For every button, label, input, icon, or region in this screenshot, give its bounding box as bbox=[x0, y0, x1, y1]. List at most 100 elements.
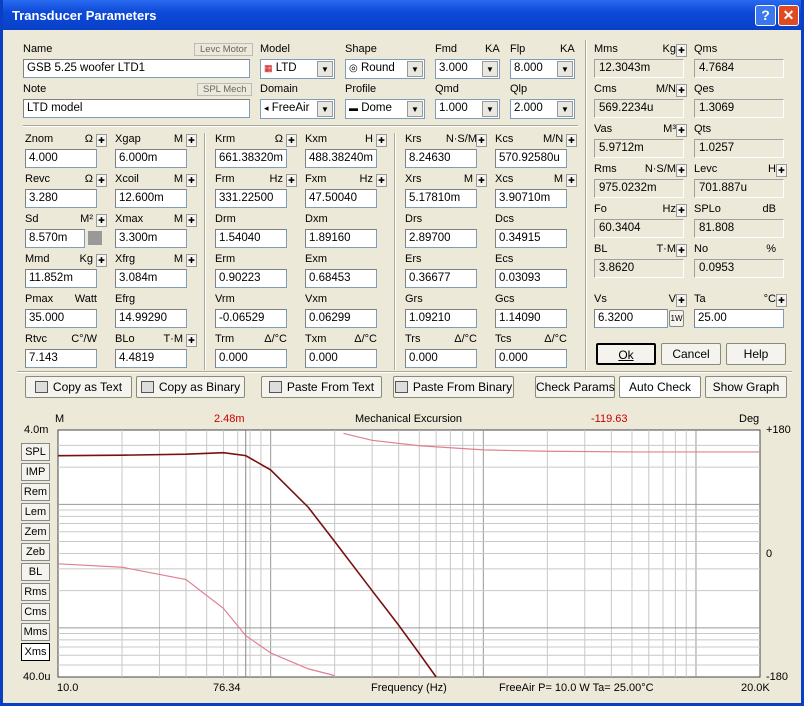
xfrg-field[interactable]: 3.084m bbox=[115, 269, 187, 288]
spinner-icon[interactable]: ✚ bbox=[286, 134, 297, 147]
xcs-field[interactable]: 3.90710m bbox=[495, 189, 567, 208]
spinner-icon[interactable]: ✚ bbox=[676, 44, 687, 57]
cancel-button[interactable]: Cancel bbox=[661, 343, 721, 365]
graph-btn-lem[interactable]: Lem bbox=[21, 503, 50, 521]
tcs-field[interactable]: 0.000 bbox=[495, 349, 567, 368]
sd-calc-icon[interactable] bbox=[88, 231, 102, 245]
grs-field[interactable]: 1.09210 bbox=[405, 309, 477, 328]
rtvc-field[interactable]: 7.143 bbox=[25, 349, 97, 368]
help-icon[interactable]: ? bbox=[755, 5, 776, 26]
spinner-icon[interactable]: ✚ bbox=[676, 84, 687, 97]
graph-btn-rem[interactable]: Rem bbox=[21, 483, 50, 501]
drm-field[interactable]: 1.54040 bbox=[215, 229, 287, 248]
vrm-field[interactable]: -0.06529 bbox=[215, 309, 287, 328]
note-field[interactable]: LTD model bbox=[23, 99, 250, 118]
flp-select[interactable]: 8.000 ▼ bbox=[510, 59, 575, 79]
paste-from-binary-button[interactable]: Paste From Binary bbox=[393, 376, 514, 398]
pmax-field[interactable]: 35.000 bbox=[25, 309, 97, 328]
shape-select[interactable]: ◎ Round ▼ bbox=[345, 59, 425, 79]
sd-field[interactable]: 8.570m bbox=[25, 229, 85, 248]
spinner-icon[interactable]: ✚ bbox=[676, 294, 687, 307]
spinner-icon[interactable]: ✚ bbox=[186, 214, 197, 227]
exm-field[interactable]: 0.68453 bbox=[305, 269, 377, 288]
spinner-icon[interactable]: ✚ bbox=[286, 174, 297, 187]
erm-field[interactable]: 0.90223 bbox=[215, 269, 287, 288]
show-graph-button[interactable]: Show Graph bbox=[705, 376, 787, 398]
graph-btn-cms[interactable]: Cms bbox=[21, 603, 50, 621]
fxm-field[interactable]: 47.50040 bbox=[305, 189, 377, 208]
efrg-field[interactable]: 14.99290 bbox=[115, 309, 187, 328]
one-watt-button[interactable]: 1W bbox=[669, 310, 684, 327]
revc-field[interactable]: 3.280 bbox=[25, 189, 97, 208]
spinner-icon[interactable]: ✚ bbox=[676, 164, 687, 177]
txm-field[interactable]: 0.000 bbox=[305, 349, 377, 368]
dcs-field[interactable]: 0.34915 bbox=[495, 229, 567, 248]
xcoil-field[interactable]: 12.600m bbox=[115, 189, 187, 208]
spinner-icon[interactable]: ✚ bbox=[96, 214, 107, 227]
xmax-field[interactable]: 3.300m bbox=[115, 229, 187, 248]
graph-btn-zem[interactable]: Zem bbox=[21, 523, 50, 541]
spinner-icon[interactable]: ✚ bbox=[676, 204, 687, 217]
trs-field[interactable]: 0.000 bbox=[405, 349, 477, 368]
fmd-select[interactable]: 3.000 ▼ bbox=[435, 59, 500, 79]
spinner-icon[interactable]: ✚ bbox=[186, 254, 197, 267]
graph-btn-zeb[interactable]: Zeb bbox=[21, 543, 50, 561]
trm-field[interactable]: 0.000 bbox=[215, 349, 287, 368]
spinner-icon[interactable]: ✚ bbox=[676, 244, 687, 257]
graph-btn-imp[interactable]: IMP bbox=[21, 463, 50, 481]
paste-from-text-button[interactable]: Paste From Text bbox=[261, 376, 382, 398]
vxm-field[interactable]: 0.06299 bbox=[305, 309, 377, 328]
xrs-field[interactable]: 5.17810m bbox=[405, 189, 477, 208]
spinner-icon[interactable]: ✚ bbox=[676, 124, 687, 137]
spinner-icon[interactable]: ✚ bbox=[566, 174, 577, 187]
qmd-select[interactable]: 1.000 ▼ bbox=[435, 99, 500, 119]
help-button[interactable]: Help bbox=[726, 343, 786, 365]
vs-field[interactable]: 6.3200 bbox=[594, 309, 668, 328]
spinner-icon[interactable]: ✚ bbox=[376, 174, 387, 187]
spinner-icon[interactable]: ✚ bbox=[186, 174, 197, 187]
mmd-field[interactable]: 11.852m bbox=[25, 269, 97, 288]
blo-field[interactable]: 4.4819 bbox=[115, 349, 187, 368]
gcs-field[interactable]: 1.14090 bbox=[495, 309, 567, 328]
domain-select[interactable]: ◂ FreeAir ▼ bbox=[260, 99, 335, 119]
krs-field[interactable]: 8.24630 bbox=[405, 149, 477, 168]
ok-button[interactable]: Ok bbox=[596, 343, 656, 365]
check-params-button[interactable]: Check Params bbox=[535, 376, 615, 398]
graph-btn-mms[interactable]: Mms bbox=[21, 623, 50, 641]
krm-field[interactable]: 661.38320m bbox=[215, 149, 287, 168]
kcs-field[interactable]: 570.92580u bbox=[495, 149, 567, 168]
ecs-field[interactable]: 0.03093 bbox=[495, 269, 567, 288]
graph-btn-xms[interactable]: Xms bbox=[21, 643, 50, 661]
profile-select[interactable]: ▬ Dome ▼ bbox=[345, 99, 425, 119]
copy-as-text-button[interactable]: Copy as Text bbox=[25, 376, 132, 398]
frm-field[interactable]: 331.22500 bbox=[215, 189, 287, 208]
spinner-icon[interactable]: ✚ bbox=[566, 134, 577, 147]
spinner-icon[interactable]: ✚ bbox=[376, 134, 387, 147]
qlp-select[interactable]: 2.000 ▼ bbox=[510, 99, 575, 119]
graph-btn-bl[interactable]: BL bbox=[21, 563, 50, 581]
ers-field[interactable]: 0.36677 bbox=[405, 269, 477, 288]
auto-check-toggle[interactable]: Auto Check bbox=[619, 376, 701, 398]
drs-field[interactable]: 2.89700 bbox=[405, 229, 477, 248]
spinner-icon[interactable]: ✚ bbox=[96, 254, 107, 267]
xgap-field[interactable]: 6.000m bbox=[115, 149, 187, 168]
close-icon[interactable]: ✕ bbox=[778, 5, 799, 26]
znom-field[interactable]: 4.000 bbox=[25, 149, 97, 168]
name-field[interactable]: GSB 5.25 woofer LTD1 bbox=[23, 59, 250, 78]
ta-field[interactable]: 25.00 bbox=[694, 309, 784, 328]
spinner-icon[interactable]: ✚ bbox=[186, 334, 197, 347]
kxm-field[interactable]: 488.38240m bbox=[305, 149, 377, 168]
spinner-icon[interactable]: ✚ bbox=[776, 164, 787, 177]
dxm-field[interactable]: 1.89160 bbox=[305, 229, 377, 248]
spinner-icon[interactable]: ✚ bbox=[476, 174, 487, 187]
spinner-icon[interactable]: ✚ bbox=[186, 134, 197, 147]
spinner-icon[interactable]: ✚ bbox=[96, 134, 107, 147]
copy-as-binary-button[interactable]: Copy as Binary bbox=[136, 376, 245, 398]
xcoil-unit: M bbox=[173, 173, 183, 185]
spinner-icon[interactable]: ✚ bbox=[776, 294, 787, 307]
graph-btn-rms[interactable]: Rms bbox=[21, 583, 50, 601]
spinner-icon[interactable]: ✚ bbox=[476, 134, 487, 147]
graph-btn-spl[interactable]: SPL bbox=[21, 443, 50, 461]
spinner-icon[interactable]: ✚ bbox=[96, 174, 107, 187]
model-select[interactable]: ▦ LTD ▼ bbox=[260, 59, 335, 79]
